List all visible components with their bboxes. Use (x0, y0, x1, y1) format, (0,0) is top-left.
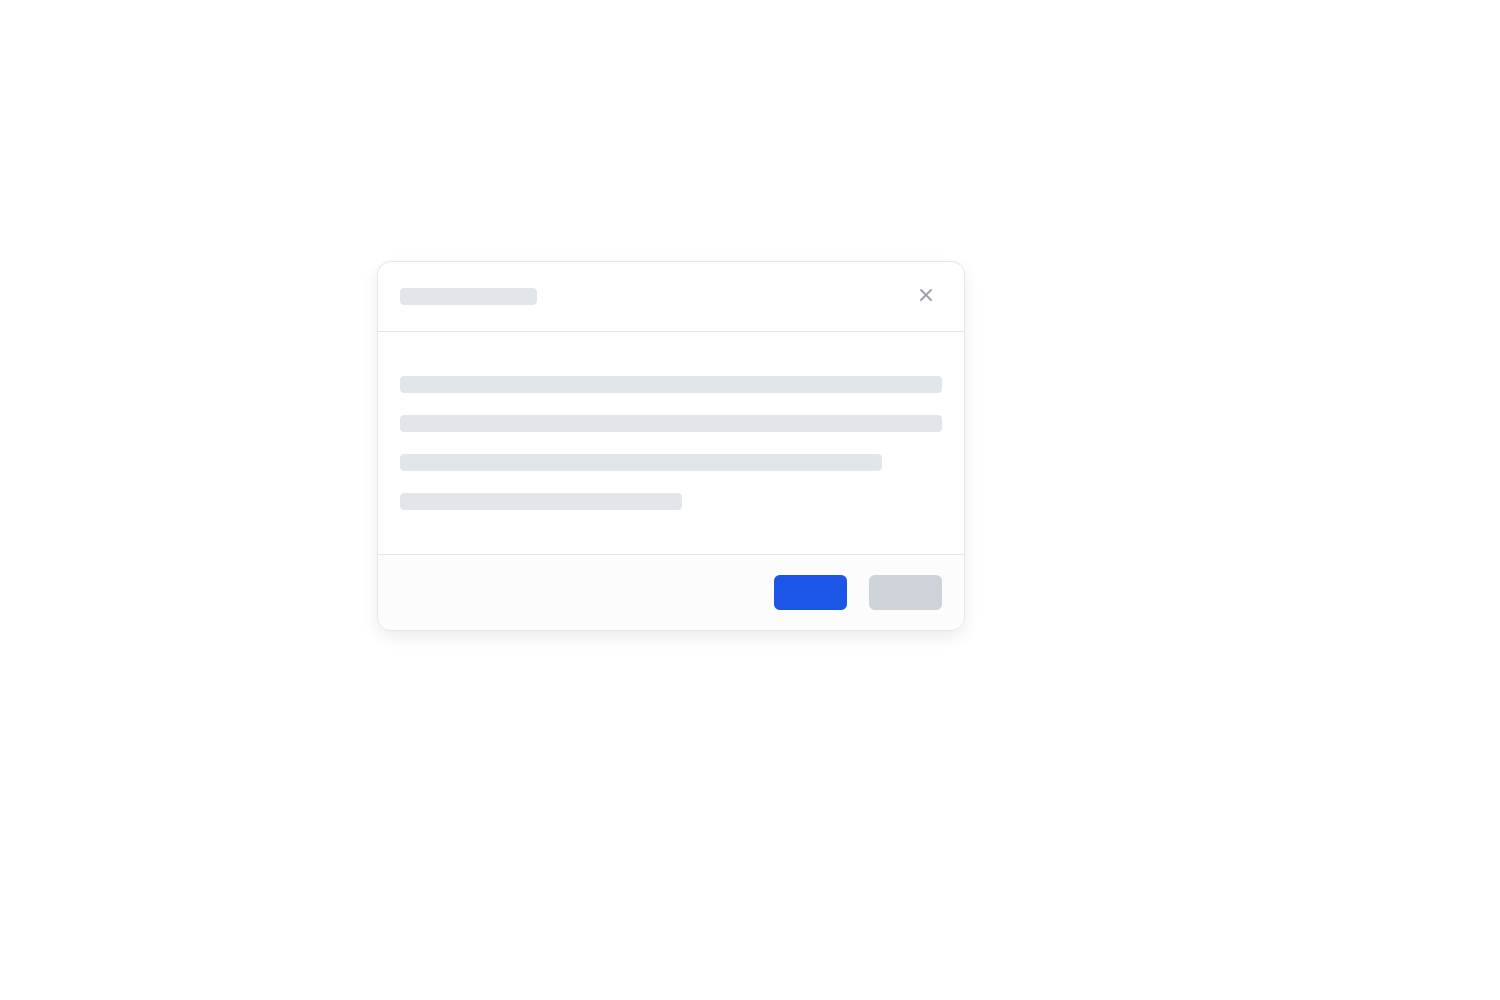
body-skeleton-line (400, 376, 942, 393)
modal-footer (378, 554, 964, 630)
modal-header: Close (378, 262, 964, 332)
secondary-action-button[interactable] (869, 575, 942, 610)
modal-title-skeleton (400, 288, 537, 305)
close-button[interactable]: Close (910, 281, 942, 313)
close-icon (916, 285, 936, 308)
body-skeleton-line (400, 493, 682, 510)
body-skeleton-line (400, 454, 882, 471)
primary-action-button[interactable] (774, 575, 847, 610)
modal-body (378, 332, 964, 554)
modal-dialog: Close (377, 261, 965, 631)
modal-title (400, 288, 401, 289)
secondary-action-label (906, 593, 907, 594)
primary-action-label (811, 593, 812, 594)
body-skeleton-line (400, 415, 942, 432)
